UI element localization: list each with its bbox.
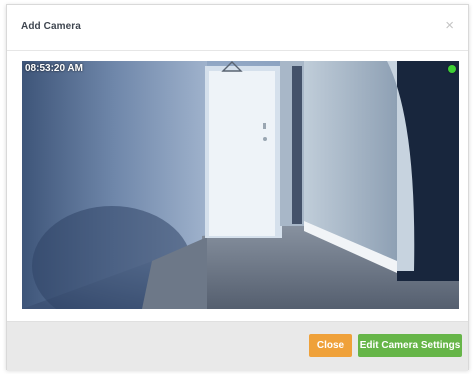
- edit-camera-settings-button[interactable]: Edit Camera Settings: [358, 334, 462, 357]
- camera-timestamp: 08:53:20 AM: [25, 63, 83, 74]
- live-status-dot: [448, 65, 456, 73]
- corridor-shadow: [292, 66, 302, 224]
- camera-live-feed: 08:53:20 AM: [22, 61, 459, 309]
- dialog-footer: Close Edit Camera Settings: [7, 321, 468, 371]
- dialog-body: 08:53:20 AM: [7, 51, 468, 321]
- dialog-header: Add Camera ×: [7, 5, 468, 51]
- close-icon[interactable]: ×: [445, 18, 454, 33]
- dialog-title: Add Camera: [21, 21, 81, 32]
- add-camera-dialog: Add Camera × 08:53:20 AM Close Edit Came…: [6, 4, 469, 371]
- door-knob: [263, 137, 267, 141]
- door-lock: [263, 123, 266, 129]
- close-button[interactable]: Close: [309, 334, 352, 357]
- camera-image: [22, 61, 459, 309]
- door: [209, 71, 275, 236]
